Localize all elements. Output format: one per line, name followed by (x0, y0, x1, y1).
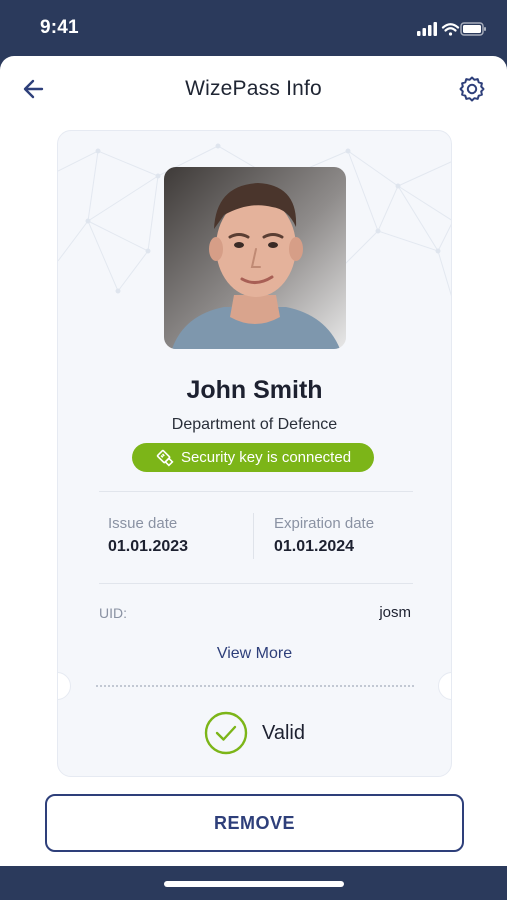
expiration-date-value: 01.01.2024 (274, 538, 355, 555)
check-circle-icon (204, 711, 248, 755)
holder-department: Department of Defence (171, 416, 338, 433)
perforation-line (96, 685, 414, 687)
holder-name: John Smith (186, 376, 323, 404)
expiration-date: Expiration date 01.01.2024 (274, 515, 374, 556)
uid-label: UID: (99, 605, 127, 621)
status-icons (417, 22, 486, 36)
header: WizePass Info (0, 56, 507, 122)
ticket-notch-right (438, 672, 451, 700)
profile-photo (164, 167, 346, 349)
divider (99, 491, 413, 492)
battery-icon (460, 22, 486, 36)
date-separator (253, 513, 254, 559)
gear-icon (459, 76, 485, 102)
ticket-notch-left (58, 672, 71, 700)
home-bar-area (0, 866, 507, 900)
status-time: 9:41 (40, 17, 79, 38)
security-key-badge: Security key is connected (132, 443, 374, 472)
expiration-date-label: Expiration date (274, 515, 375, 532)
cellular-signal-icon (417, 22, 437, 36)
validity-dates: Issue date 01.01.2023 Expiration date 01… (58, 505, 451, 565)
issue-date-label: Issue date (108, 515, 178, 532)
person-portrait (164, 167, 346, 349)
validity-status: Valid (58, 711, 451, 755)
issue-date: Issue date 01.01.2023 (108, 515, 188, 556)
page-title: WizePass Info (185, 77, 322, 100)
divider (99, 583, 413, 584)
settings-button[interactable] (457, 74, 487, 104)
uid-value: josm (379, 604, 411, 621)
view-more-link[interactable]: View More (58, 645, 451, 663)
remove-button[interactable]: REMOVE (45, 794, 464, 852)
issue-date-value: 01.01.2023 (108, 538, 189, 555)
status-bar: 9:41 (0, 0, 507, 56)
wifi-icon (441, 23, 460, 36)
security-badge-label: Security key is connected (180, 449, 352, 466)
pass-card: John Smith Department of Defence Securit… (57, 130, 452, 777)
home-indicator[interactable] (164, 881, 344, 887)
validity-label: Valid (262, 721, 305, 744)
main-sheet: WizePass Info John Smith Department of D… (0, 56, 507, 866)
usb-key-icon (156, 449, 174, 467)
